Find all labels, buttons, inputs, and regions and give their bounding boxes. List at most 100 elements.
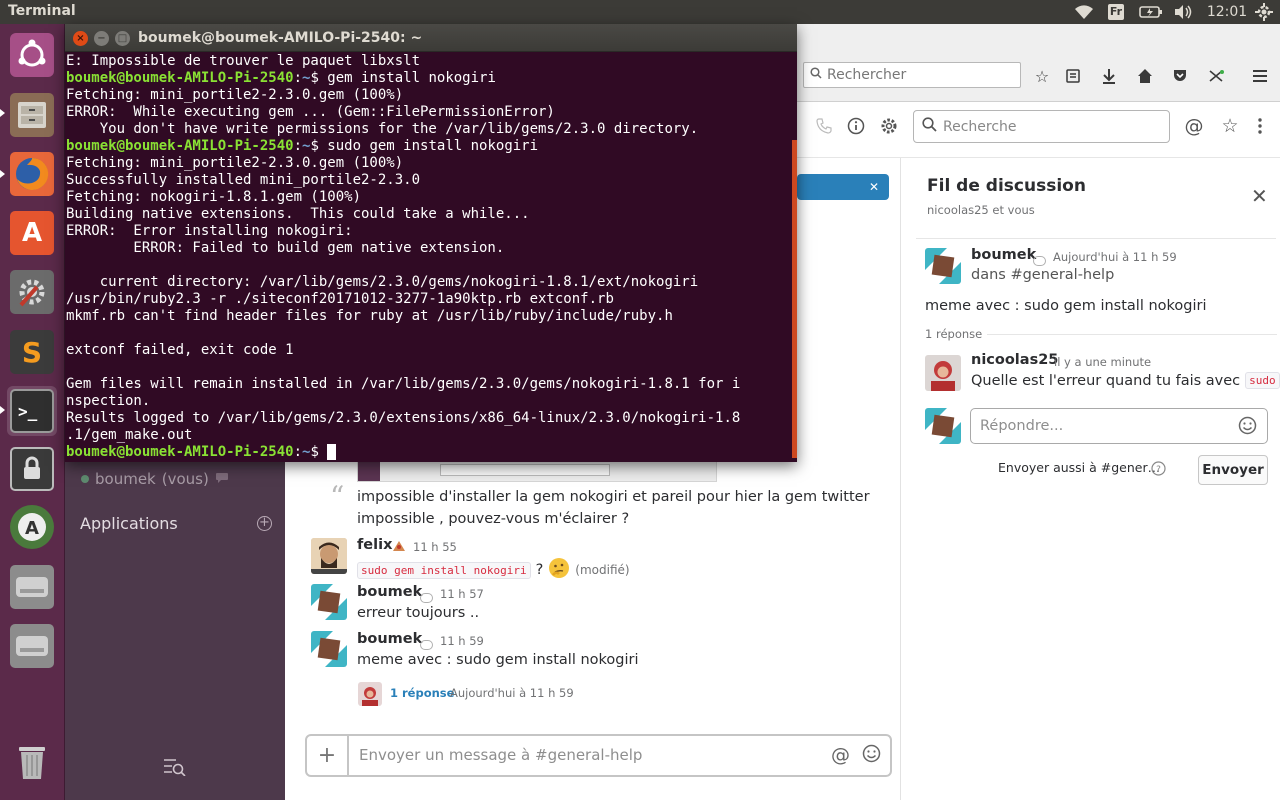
reading-list-icon[interactable] xyxy=(1061,64,1085,88)
search-icon xyxy=(922,117,937,136)
emoji-icon[interactable] xyxy=(862,744,881,768)
thread-channel-link[interactable]: dans #general-help xyxy=(971,264,1114,286)
download-icon[interactable] xyxy=(1097,64,1121,88)
volume-icon[interactable] xyxy=(1172,3,1194,21)
terminal-line: boumek@boumek-AMILO-Pi-2540:~$ sudo gem … xyxy=(66,138,539,154)
message-timestamp[interactable]: 11 h 55 xyxy=(413,540,457,554)
terminal-line: You don't have write permissions for the… xyxy=(66,121,699,137)
mentions-icon[interactable]: @ xyxy=(1182,114,1206,138)
software-center-icon[interactable]: A xyxy=(7,208,57,258)
settings-gear-icon[interactable] xyxy=(877,114,901,138)
add-app-icon[interactable]: + xyxy=(257,516,272,531)
notification-banner[interactable]: ✕ xyxy=(797,174,889,200)
sidebar-applications[interactable]: Applications + xyxy=(80,514,272,533)
avatar[interactable] xyxy=(311,631,347,667)
message-timestamp[interactable]: il y a une minute xyxy=(1054,355,1151,369)
message-timestamp[interactable]: Aujourd'hui à 11 h 59 xyxy=(1053,250,1177,264)
help-icon[interactable]: ? xyxy=(1151,461,1166,480)
avatar[interactable] xyxy=(311,584,347,620)
message-author[interactable]: nicoolas25 xyxy=(971,352,1058,368)
sidebar-item-self-dm[interactable]: boumek (vous) xyxy=(81,470,229,488)
terminal-scrollbar[interactable] xyxy=(792,140,797,458)
menu-icon[interactable] xyxy=(1248,64,1272,88)
avatar[interactable] xyxy=(358,682,382,706)
thread-replies-link[interactable]: 1 réponse xyxy=(390,686,454,700)
files-icon[interactable] xyxy=(7,90,57,140)
also-send-checkbox-label[interactable]: Envoyer aussi à #gener… xyxy=(998,460,1160,475)
message-author[interactable]: felix xyxy=(357,537,392,553)
window-title: boumek@boumek-AMILO-Pi-2540: ~ xyxy=(138,30,423,46)
software-updater-icon[interactable]: A xyxy=(7,502,57,552)
battery-icon[interactable] xyxy=(1138,3,1164,21)
home-icon[interactable] xyxy=(1133,64,1157,88)
message-author[interactable]: boumek xyxy=(971,247,1036,263)
terminal-line: mkmf.rb can't find header files for ruby… xyxy=(66,308,673,324)
running-indicator xyxy=(0,406,5,414)
system-settings-icon[interactable] xyxy=(7,267,57,317)
keyboard-layout-indicator[interactable]: Fr xyxy=(1105,3,1127,21)
trash-icon[interactable] xyxy=(7,737,57,787)
terminal-line: ERROR: Error installing nokogiri: xyxy=(66,223,353,239)
avatar[interactable] xyxy=(925,355,961,391)
close-window-button[interactable]: × xyxy=(73,31,88,46)
terminal-window[interactable]: × − □ boumek@boumek-AMILO-Pi-2540: ~ E: … xyxy=(65,24,797,462)
workspace-sidebar: boumek (vous) Applications + xyxy=(65,460,285,800)
phone-icon[interactable] xyxy=(812,114,836,138)
starred-icon[interactable]: ☆ xyxy=(1218,114,1242,138)
wifi-icon[interactable] xyxy=(1072,3,1096,21)
ubuntu-dash-icon[interactable] xyxy=(7,30,57,80)
avatar[interactable] xyxy=(311,538,347,574)
avatar[interactable] xyxy=(925,248,961,284)
quoted-message-line: impossible , pouvez-vous m'éclairer ? xyxy=(357,511,630,527)
pocket-icon[interactable] xyxy=(1168,64,1192,88)
reply-count-label: 1 réponse xyxy=(925,327,983,341)
thread-title: Fil de discussion xyxy=(927,176,1086,196)
message-timestamp[interactable]: 11 h 59 xyxy=(440,634,484,648)
terminal-line: boumek@boumek-AMILO-Pi-2540:~$ xyxy=(66,444,794,460)
close-icon[interactable]: ✕ xyxy=(1251,184,1268,208)
reply-input[interactable]: Répondre... xyxy=(970,408,1268,444)
info-icon[interactable] xyxy=(844,114,868,138)
terminal-icon[interactable]: >_ xyxy=(7,386,57,436)
emoji-icon[interactable] xyxy=(1238,416,1257,439)
terminal-output[interactable]: E: Impossible de trouver le paquet libxs… xyxy=(66,53,794,460)
message-input[interactable]: Envoyer un message à #general-help xyxy=(359,746,642,764)
terminal-line: boumek@boumek-AMILO-Pi-2540:~$ gem insta… xyxy=(66,70,496,86)
screenshot-icon[interactable] xyxy=(1205,64,1229,88)
clock[interactable]: 12:01 xyxy=(1204,3,1250,21)
window-titlebar[interactable]: × − □ boumek@boumek-AMILO-Pi-2540: ~ xyxy=(65,24,797,52)
bookmark-star-icon[interactable]: ☆ xyxy=(1030,64,1054,88)
running-indicator xyxy=(0,109,5,117)
lock-screen-icon[interactable] xyxy=(7,444,57,494)
mention-icon[interactable]: @ xyxy=(831,744,850,766)
message-timestamp[interactable]: 11 h 57 xyxy=(440,587,484,601)
terminal-line: Building native extensions. This could t… xyxy=(66,206,530,222)
drive-icon[interactable] xyxy=(7,621,57,671)
drive-icon[interactable] xyxy=(7,562,57,612)
divider xyxy=(987,334,1277,335)
terminal-line: Fetching: mini_portile2-2.3.0.gem (100%) xyxy=(66,155,404,171)
firefox-icon[interactable] xyxy=(7,149,57,199)
message-author[interactable]: boumek xyxy=(357,584,422,600)
avatar[interactable] xyxy=(925,408,961,444)
terminal-line: E: Impossible de trouver le paquet libxs… xyxy=(66,53,421,69)
text-cursor xyxy=(327,444,337,460)
minimize-window-button[interactable]: − xyxy=(94,31,109,46)
sublime-text-icon[interactable]: S xyxy=(7,327,57,377)
desktop-screen: Terminal Fr 12:01 A S >_ A Rechercher ☆ … xyxy=(0,0,1280,800)
more-icon[interactable] xyxy=(1248,114,1272,138)
message-body: meme avec : sudo gem install nokogiri xyxy=(925,298,1207,314)
quick-switcher-icon[interactable] xyxy=(163,758,187,780)
gear-icon[interactable] xyxy=(1254,3,1274,21)
send-reply-button[interactable]: Envoyer xyxy=(1198,455,1268,485)
message-composer[interactable]: + Envoyer un message à #general-help @ xyxy=(305,734,892,777)
channel-search-input[interactable]: Recherche xyxy=(913,110,1170,143)
command-text: $ xyxy=(310,444,328,460)
maximize-window-button[interactable]: □ xyxy=(115,31,130,46)
message-author[interactable]: boumek xyxy=(357,631,422,647)
attach-button[interactable]: + xyxy=(307,736,349,775)
browser-search-input[interactable]: Rechercher xyxy=(803,62,1021,88)
close-icon[interactable]: ✕ xyxy=(869,180,879,194)
attachment-preview[interactable] xyxy=(357,460,717,482)
